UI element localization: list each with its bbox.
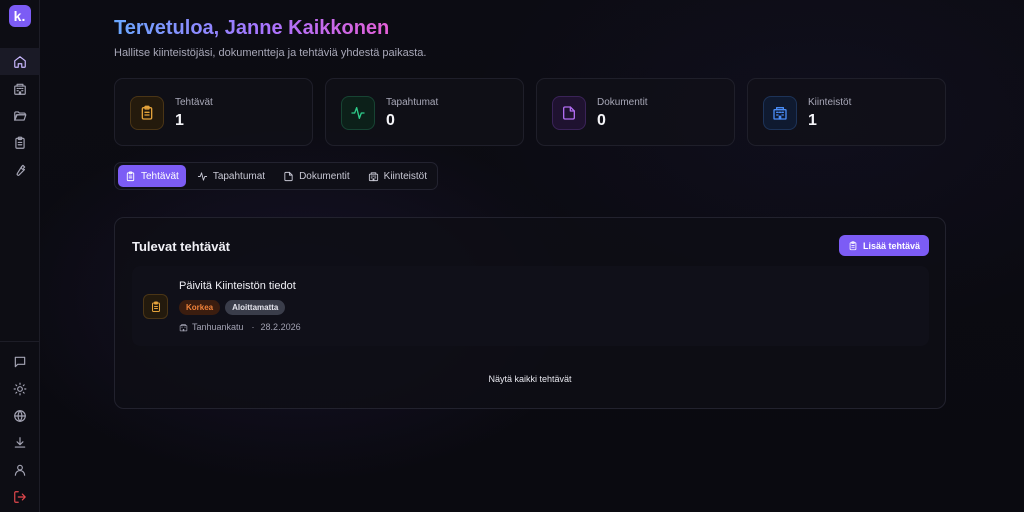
stat-card-properties[interactable]: Kiinteistöt 1 [747, 78, 946, 146]
panel-title: Tulevat tehtävät [132, 239, 231, 254]
dashboard-tabs: Tehtävät Tapahtumat Dokumentit Kiinteist… [114, 162, 438, 190]
stat-card-documents[interactable]: Dokumentit 0 [536, 78, 735, 146]
clipboard-icon [126, 170, 135, 181]
clipboard-icon [141, 105, 153, 120]
task-meta: Tanhuankatu · 28.2.2026 [179, 322, 301, 332]
user-icon [14, 464, 26, 476]
sidebar-item-theme[interactable] [0, 375, 40, 402]
status-badge: Aloittamatta [225, 300, 286, 315]
stat-icon-properties [763, 96, 797, 130]
logout-icon [14, 490, 26, 503]
sidebar-item-profile[interactable] [0, 456, 40, 483]
tab-label: Tapahtumat [212, 170, 266, 182]
meta-separator: · [251, 322, 255, 332]
sidebar: k. [0, 0, 40, 512]
tab-label: Tehtävät [141, 170, 179, 182]
task-property: Tanhuankatu [192, 322, 244, 332]
message-square-icon [14, 356, 26, 367]
sidebar-item-messages[interactable] [0, 348, 40, 375]
sun-icon [13, 382, 27, 395]
stats-row: Tehtävät 1 Tapahtumat 0 Dokumentit 0 Kii… [114, 78, 946, 146]
stat-card-events[interactable]: Tapahtumat 0 [325, 78, 524, 146]
folder-open-icon [13, 110, 26, 121]
home-icon [13, 55, 26, 68]
sidebar-bottom [0, 341, 40, 512]
wrench-icon [16, 164, 25, 176]
priority-badge: Korkea [179, 300, 221, 315]
page-title: Tervetuloa, Janne Kaikkonen [114, 17, 390, 39]
sidebar-item-tools[interactable] [0, 156, 40, 183]
stat-value: 1 [175, 112, 184, 129]
tab-label: Dokumentit [299, 170, 350, 182]
main-content: Tervetuloa, Janne Kaikkonen Hallitse kii… [40, 0, 1024, 512]
stat-icon-documents [552, 96, 586, 130]
app-logo[interactable]: k. [8, 5, 31, 27]
clipboard-icon [151, 301, 160, 312]
stat-label: Tapahtumat [386, 97, 439, 108]
sidebar-item-logout[interactable] [0, 483, 40, 510]
tab-tasks[interactable]: Tehtävät [118, 165, 186, 187]
globe-icon [14, 409, 26, 422]
stat-value: 0 [386, 112, 395, 129]
sidebar-item-home[interactable] [0, 48, 40, 75]
clipboard-icon [14, 136, 25, 149]
task-title: Päivitä Kiinteistön tiedot [179, 280, 296, 292]
upcoming-tasks-panel: Tulevat tehtävät Lisää tehtävä Päivitä K… [114, 217, 946, 409]
task-icon [143, 294, 168, 319]
stat-label: Dokumentit [597, 97, 648, 108]
task-date: 28.2.2026 [260, 322, 301, 332]
sidebar-item-tasks[interactable] [0, 129, 40, 156]
stat-icon-tasks [130, 96, 164, 130]
activity-icon [197, 171, 207, 181]
task-badges: Korkea Aloittamatta [179, 300, 286, 315]
building-icon [368, 171, 378, 181]
page-subtitle: Hallitse kiinteistöjäsi, dokumentteja ja… [114, 47, 427, 59]
tab-events[interactable]: Tapahtumat [190, 165, 272, 187]
task-item[interactable]: Päivitä Kiinteistön tiedot Korkea Aloitt… [132, 266, 929, 346]
stat-value: 1 [808, 112, 817, 129]
add-task-label: Lisää tehtävä [862, 240, 920, 251]
activity-icon [351, 107, 365, 119]
building-icon [179, 323, 188, 331]
clipboard-icon [849, 240, 857, 250]
tab-properties[interactable]: Kiinteistöt [361, 165, 434, 187]
stat-label: Tehtävät [175, 97, 213, 108]
building-icon [773, 107, 787, 120]
stat-card-tasks[interactable]: Tehtävät 1 [114, 78, 313, 146]
stat-icon-events [341, 96, 375, 130]
file-icon [563, 106, 575, 120]
file-icon [284, 171, 293, 181]
download-icon [14, 436, 26, 448]
stat-value: 0 [597, 112, 606, 129]
sidebar-item-documents[interactable] [0, 102, 40, 129]
building-icon [13, 83, 26, 95]
sidebar-nav [0, 48, 40, 183]
sidebar-item-properties[interactable] [0, 75, 40, 102]
add-task-button[interactable]: Lisää tehtävä [838, 235, 929, 256]
sidebar-item-language[interactable] [0, 402, 40, 429]
tab-documents[interactable]: Dokumentit [276, 165, 357, 187]
show-all-tasks-link[interactable]: Näytä kaikki tehtävät [115, 374, 945, 384]
stat-label: Kiinteistöt [808, 97, 852, 108]
sidebar-item-download[interactable] [0, 429, 40, 456]
tab-label: Kiinteistöt [383, 170, 428, 182]
